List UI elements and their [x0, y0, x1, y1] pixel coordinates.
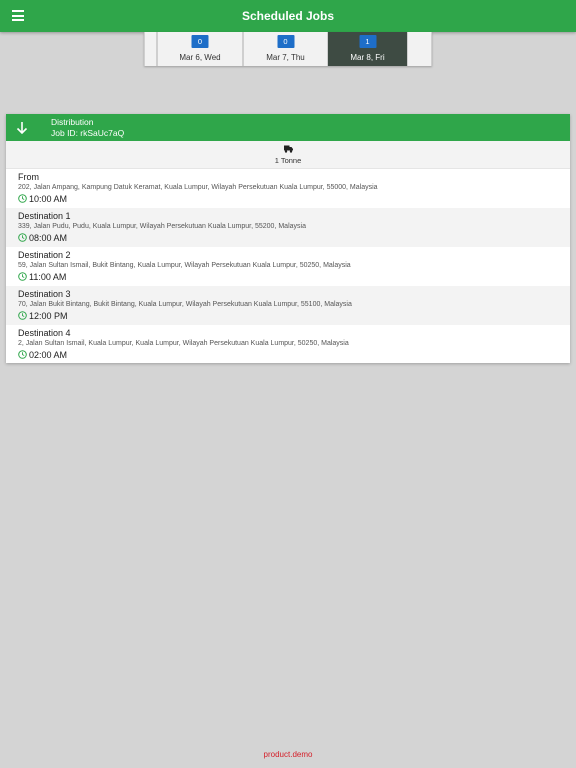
date-label: Mar 7, Thu: [266, 53, 305, 62]
page-title: Scheduled Jobs: [241, 9, 335, 23]
app-header: Scheduled Jobs: [0, 0, 576, 32]
stop-time: 11:00 AM: [29, 272, 67, 282]
stop-time: 02:00 AM: [29, 350, 68, 360]
stop-name: Destination 1: [18, 211, 71, 221]
stop-address: 339, Jalan Pudu, Pudu, Kuala Lumpur, Wil…: [18, 223, 306, 230]
clock-icon: [18, 233, 27, 242]
stop-item-destination-2[interactable]: Destination 2 59, Jalan Sultan Ismail, B…: [6, 247, 570, 286]
stop-time: 12:00 PM: [29, 311, 68, 321]
date-selector[interactable]: 0 Mar 6, Wed 0 Mar 7, Thu 1 Mar 8, Fri: [144, 32, 432, 66]
stop-item-destination-3[interactable]: Destination 3 70, Jalan Bukit Bintang, B…: [6, 286, 570, 325]
date-tab-mar-6[interactable]: 0 Mar 6, Wed: [157, 32, 243, 66]
stop-item-destination-1[interactable]: Destination 1 339, Jalan Pudu, Pudu, Kua…: [6, 208, 570, 247]
stop-name: From: [18, 172, 39, 182]
stop-address: 202, Jalan Ampang, Kampung Datuk Keramat…: [18, 184, 378, 191]
vehicle-row: 1 Tonne: [6, 141, 570, 169]
stop-name: Destination 3: [18, 289, 71, 299]
stop-name: Destination 2: [18, 250, 71, 260]
clock-icon: [18, 272, 27, 281]
stop-name: Destination 4: [18, 328, 71, 338]
stop-address: 70, Jalan Bukit Bintang, Bukit Bintang, …: [18, 301, 352, 308]
job-count-badge: 0: [191, 35, 209, 48]
date-tab-mar-7[interactable]: 0 Mar 7, Thu: [243, 32, 328, 66]
clock-icon: [18, 194, 27, 203]
footer-brand: product.demo: [263, 750, 313, 759]
stop-address: 59, Jalan Sultan Ismail, Bukit Bintang, …: [18, 262, 351, 269]
job-count-badge: 1: [359, 35, 376, 48]
job-card[interactable]: Distribution Job ID: rkSaUc7aQ 1 Tonne F…: [6, 114, 570, 363]
date-label: Mar 6, Wed: [179, 53, 221, 62]
job-id: Job ID: rkSaUc7aQ: [51, 128, 125, 138]
date-tab-mar-8[interactable]: 1 Mar 8, Fri: [328, 32, 407, 66]
clock-icon: [18, 350, 27, 359]
arrow-down-icon[interactable]: [16, 121, 28, 134]
job-type: Distribution: [51, 117, 94, 127]
stop-address: 2, Jalan Sultan Ismail, Kuala Lumpur, Ku…: [18, 340, 349, 347]
vehicle-type: 1 Tonne: [274, 156, 302, 165]
stop-time: 08:00 AM: [29, 233, 68, 243]
date-tab-partial-right[interactable]: [407, 32, 432, 66]
job-header[interactable]: Distribution Job ID: rkSaUc7aQ: [6, 114, 570, 141]
clock-icon: [18, 311, 27, 320]
stop-item-from[interactable]: From 202, Jalan Ampang, Kampung Datuk Ke…: [6, 169, 570, 208]
job-count-badge: 0: [277, 35, 294, 48]
date-tab-partial-left[interactable]: [144, 32, 157, 66]
stop-time: 10:00 AM: [29, 194, 68, 204]
date-label: Mar 8, Fri: [350, 53, 385, 62]
truck-icon: [284, 145, 293, 153]
stop-item-destination-4[interactable]: Destination 4 2, Jalan Sultan Ismail, Ku…: [6, 325, 570, 364]
